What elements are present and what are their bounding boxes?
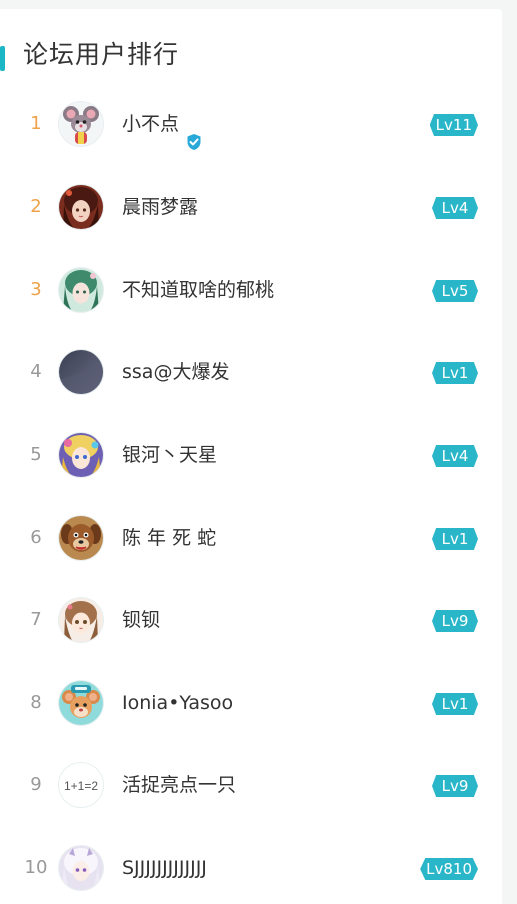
ranking-row[interactable]: 1 小不点 Lv11 xyxy=(0,92,502,156)
title-accent-bar xyxy=(0,46,5,71)
anime-girl-brown-hair-avatar-icon[interactable] xyxy=(59,598,103,642)
level-badge: Lv9 xyxy=(432,610,478,632)
level-badge: Lv1 xyxy=(432,528,478,550)
username-text[interactable]: 小不点 xyxy=(122,113,179,135)
username-text[interactable]: Ionia•Yasoo xyxy=(122,692,233,714)
username-text[interactable]: 银河丶天星 xyxy=(122,444,217,466)
level-badge: Lv4 xyxy=(432,197,478,219)
cartoon-mouse-avatar-icon[interactable] xyxy=(59,681,103,725)
rank-number: 9 xyxy=(30,774,42,795)
verified-badge-icon xyxy=(185,113,203,150)
panel-title: 论坛用户排行 xyxy=(23,40,180,69)
username-text[interactable]: 活捉亮点一只 xyxy=(122,774,236,796)
username[interactable]: 钡钡 xyxy=(122,588,160,652)
ranking-row[interactable]: 5 银河丶天星 Lv4 xyxy=(0,423,502,487)
level-badge: Lv810 xyxy=(420,858,478,880)
username-text[interactable]: 晨雨梦露 xyxy=(122,196,198,218)
rank-number: 3 xyxy=(30,279,42,300)
user-ranking-panel: 论坛用户排行 1 小不点 Lv11 2 晨雨梦露 Lv4 3 不知道取啥的郁桃 … xyxy=(0,9,502,904)
rank-number: 5 xyxy=(30,444,42,465)
handwritten-math-avatar-icon[interactable]: 1+1=2 xyxy=(59,763,103,807)
avatar-handwritten-text: 1+1=2 xyxy=(64,779,98,793)
ranking-row[interactable]: 2 晨雨梦露 Lv4 xyxy=(0,175,502,239)
dark-gradient-avatar-icon[interactable] xyxy=(59,350,103,394)
ranking-row[interactable]: 3 不知道取啥的郁桃 Lv5 xyxy=(0,258,502,322)
rank-number: 6 xyxy=(30,527,42,548)
rank-number: 1 xyxy=(30,113,42,134)
username-text[interactable]: 不知道取啥的郁桃 xyxy=(122,279,274,301)
username[interactable]: 不知道取啥的郁桃 xyxy=(122,258,274,322)
colorful-anime-avatar-icon[interactable] xyxy=(59,433,103,477)
username[interactable]: ssa@大爆发 xyxy=(122,340,229,404)
ranking-row[interactable]: 8 Ionia•Yasoo Lv1 xyxy=(0,671,502,735)
ranking-row[interactable]: 10 SJJJJJJJJJJJJJ Lv810 xyxy=(0,836,502,900)
rank-number: 10 xyxy=(24,857,48,878)
rank-number: 7 xyxy=(30,609,42,630)
level-badge: Lv5 xyxy=(432,280,478,302)
username-text[interactable]: 陈 年 死 蛇 xyxy=(122,527,216,549)
level-badge: Lv11 xyxy=(429,114,478,136)
ranking-row[interactable]: 4 ssa@大爆发 Lv1 xyxy=(0,340,502,404)
rank-number: 4 xyxy=(30,361,42,382)
ranking-row[interactable]: 7 钡钡 Lv9 xyxy=(0,588,502,652)
level-badge: Lv1 xyxy=(432,362,478,384)
level-badge: Lv1 xyxy=(432,693,478,715)
username[interactable]: Ionia•Yasoo xyxy=(122,671,233,735)
username[interactable]: 银河丶天星 xyxy=(122,423,217,487)
green-anime-girl-avatar-icon[interactable] xyxy=(59,268,103,312)
white-hair-anime-avatar-icon[interactable] xyxy=(59,846,103,890)
level-badge: Lv4 xyxy=(432,445,478,467)
rank-number: 8 xyxy=(30,692,42,713)
username[interactable]: SJJJJJJJJJJJJJ xyxy=(122,836,207,900)
username-text[interactable]: 钡钡 xyxy=(122,609,160,631)
ranking-row[interactable]: 6 陈 年 死 蛇 Lv1 xyxy=(0,506,502,570)
username-text[interactable]: SJJJJJJJJJJJJJ xyxy=(122,857,207,879)
username[interactable]: 晨雨梦露 xyxy=(122,175,198,239)
cartoon-dog-avatar-icon[interactable] xyxy=(59,516,103,560)
username[interactable]: 活捉亮点一只 xyxy=(122,753,236,817)
username-text[interactable]: ssa@大爆发 xyxy=(122,361,229,383)
level-badge: Lv9 xyxy=(432,775,478,797)
ranking-row[interactable]: 9 1+1=2 活捉亮点一只 Lv9 xyxy=(0,753,502,817)
mouse-character-avatar-icon[interactable] xyxy=(59,102,103,146)
username[interactable]: 小不点 xyxy=(122,92,203,156)
anime-girl-avatar-icon[interactable] xyxy=(59,185,103,229)
panel-header: 论坛用户排行 xyxy=(0,37,502,73)
rank-number: 2 xyxy=(30,196,42,217)
username[interactable]: 陈 年 死 蛇 xyxy=(122,506,216,570)
